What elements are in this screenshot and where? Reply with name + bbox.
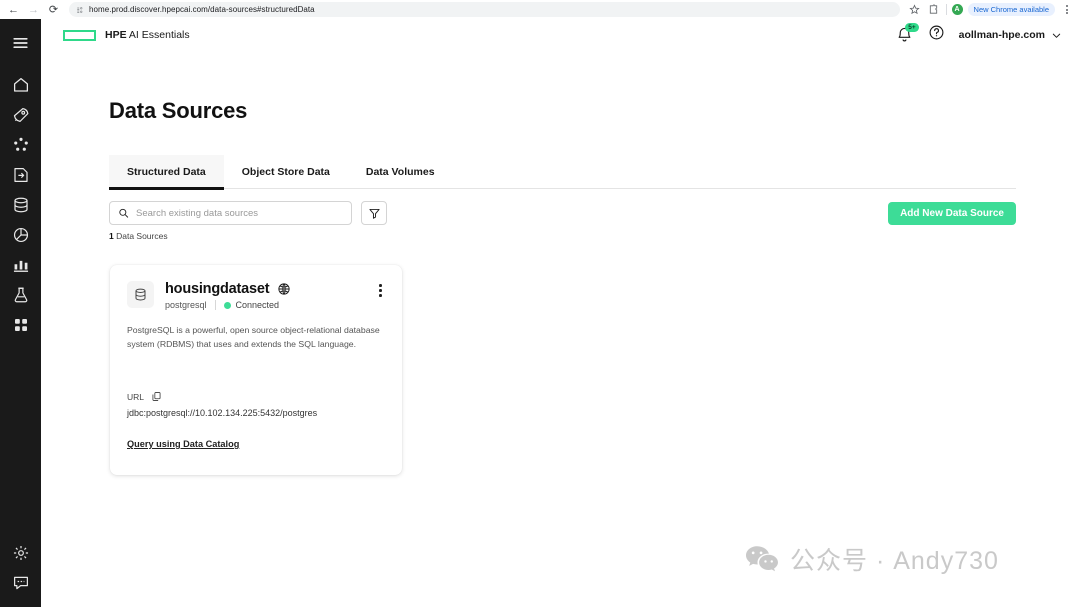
- kebab-menu-icon[interactable]: [1060, 3, 1074, 17]
- sidebar-item-feedback[interactable]: [0, 568, 41, 598]
- star-icon[interactable]: [908, 3, 922, 17]
- application-header: HPE AI Essentials 5+ aollman-hpe.com: [41, 19, 1080, 51]
- brand-title-rest: AI Essentials: [126, 29, 190, 41]
- globe-icon: [278, 283, 290, 295]
- query-using-data-catalog-link[interactable]: Query using Data Catalog: [127, 439, 239, 449]
- tab-object-store-data[interactable]: Object Store Data: [224, 155, 348, 188]
- brand-logo-group[interactable]: HPE AI Essentials: [63, 29, 190, 41]
- card-title-block: housingdataset postgresql Connected: [165, 281, 365, 310]
- wechat-icon: [746, 546, 778, 572]
- data-source-type: postgresql: [165, 300, 207, 310]
- data-source-url: jdbc:postgresql://10.102.134.225:5432/po…: [127, 408, 318, 418]
- status-badge: Connected: [223, 300, 280, 310]
- brand-title: HPE AI Essentials: [105, 29, 190, 41]
- header-actions: 5+ aollman-hpe.com: [896, 23, 1062, 46]
- brand-title-bold: HPE: [105, 29, 127, 41]
- url-label-row: URL: [127, 391, 162, 402]
- back-arrow-icon[interactable]: ←: [6, 2, 21, 17]
- add-new-data-source-button[interactable]: Add New Data Source: [888, 201, 1016, 225]
- sidebar-item-applications[interactable]: [0, 160, 41, 190]
- sidebar-item-home[interactable]: [0, 70, 41, 100]
- account-menu[interactable]: aollman-hpe.com: [959, 29, 1062, 41]
- watermark-text: 公众号 · Andy730: [790, 547, 999, 575]
- account-name: aollman-hpe.com: [958, 29, 1045, 41]
- sidebar-item-data-sources[interactable]: [0, 190, 41, 220]
- help-circle-icon: [929, 25, 944, 40]
- copy-icon[interactable]: [151, 391, 162, 402]
- puzzle-icon[interactable]: [927, 3, 941, 17]
- data-source-card[interactable]: housingdataset postgresql Connected Post…: [110, 265, 402, 475]
- site-settings-icon[interactable]: [76, 6, 84, 14]
- page-title: Data Sources: [109, 98, 248, 123]
- profile-avatar[interactable]: A: [951, 4, 963, 15]
- hpe-logo: [63, 29, 96, 41]
- card-kebab-menu-icon[interactable]: [376, 281, 385, 297]
- toolbar-divider: [945, 4, 947, 15]
- address-bar[interactable]: home.prod.discover.hpepcai.com/data-sour…: [69, 2, 900, 17]
- data-source-count: 1 Data Sources: [109, 231, 168, 241]
- main-content: Data Sources Structured Data Object Stor…: [41, 51, 1080, 607]
- filter-button[interactable]: [361, 201, 387, 225]
- status-dot-icon: [223, 301, 231, 309]
- forward-arrow-icon[interactable]: →: [26, 2, 41, 17]
- card-subtitle-row: postgresql Connected: [165, 300, 365, 310]
- database-icon: [127, 281, 154, 308]
- sidebar-item-dashboards[interactable]: [0, 220, 41, 250]
- tab-data-volumes[interactable]: Data Volumes: [348, 155, 453, 188]
- sidebar-item-experiments[interactable]: [0, 280, 41, 310]
- sidebar-item-analytics[interactable]: [0, 250, 41, 280]
- card-header: housingdataset postgresql Connected: [127, 281, 385, 310]
- chrome-update-pill[interactable]: New Chrome available: [967, 3, 1055, 16]
- data-source-count-label: Data Sources: [113, 231, 168, 241]
- help-button[interactable]: [928, 24, 945, 46]
- address-bar-url: home.prod.discover.hpepcai.com/data-sour…: [89, 5, 315, 14]
- sidebar-item-getting-started[interactable]: [0, 100, 41, 130]
- notifications-button[interactable]: 5+: [896, 23, 919, 44]
- sidebar-item-clusters[interactable]: [0, 130, 41, 160]
- url-label: URL: [127, 391, 145, 402]
- card-title-row: housingdataset: [165, 281, 365, 297]
- notification-badge: 5+: [905, 23, 919, 32]
- tab-structured-data[interactable]: Structured Data: [109, 155, 224, 190]
- sidebar-item-settings[interactable]: [0, 538, 41, 568]
- search-input[interactable]: [136, 207, 343, 219]
- tab-bar: Structured Data Object Store Data Data V…: [109, 155, 1016, 190]
- chevron-down-icon: [1052, 33, 1061, 38]
- toolbar: Add New Data Source: [109, 201, 1016, 225]
- subtitle-divider: [214, 300, 216, 310]
- filter-icon: [368, 208, 380, 219]
- watermark: 公众号 · Andy730: [745, 541, 999, 577]
- browser-toolbar: ← → ⟳ home.prod.discover.hpepcai.com/dat…: [0, 0, 1080, 19]
- reload-icon[interactable]: ⟳: [46, 2, 61, 17]
- search-box[interactable]: [109, 201, 352, 225]
- left-navigation-rail: [0, 19, 41, 607]
- status-label: Connected: [235, 300, 280, 310]
- data-source-description: PostgreSQL is a powerful, open source ob…: [127, 325, 380, 350]
- hamburger-menu-icon[interactable]: [0, 28, 41, 58]
- data-source-name: housingdataset: [165, 281, 270, 297]
- sidebar-item-tools[interactable]: [0, 310, 41, 340]
- search-icon: [119, 208, 129, 218]
